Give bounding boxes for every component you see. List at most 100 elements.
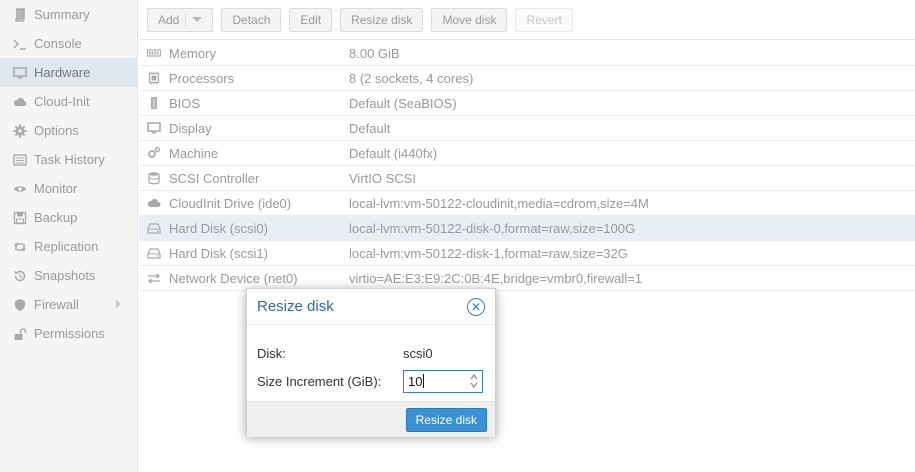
display-icon [139,121,169,135]
sidebar-item-summary[interactable]: Summary [0,0,137,29]
sidebar-item-permissions[interactable]: Permissions [0,319,137,348]
sidebar-item-cloud-init[interactable]: Cloud-Init [0,87,137,116]
bios-icon [139,96,169,110]
hardware-row[interactable]: Hard Disk (scsi0) local-lvm:vm-50122-disk… [139,216,915,241]
chevron-right-icon [116,299,121,309]
sidebar-item-snapshots[interactable]: Snapshots [0,261,137,290]
dialog-body: Disk: scsi0 Size Increment (GiB): 10 [247,325,495,401]
hardware-row[interactable]: BIOS Default (SeaBIOS) [139,91,915,116]
gear-icon [12,123,28,139]
size-increment-row: Size Increment (GiB): 10 [257,367,485,395]
hardware-row-name: Display [169,120,212,136]
sidebar-item-label: Summary [34,7,90,22]
chevron-down-icon[interactable] [192,17,203,22]
revert-button-label: Revert [526,12,562,27]
hardware-row[interactable]: Hard Disk (scsi1) local-lvm:vm-50122-disk… [139,241,915,266]
size-increment-label: Size Increment (GiB): [257,373,382,389]
size-increment-value: 10 [408,373,423,389]
resize-disk-submit-label: Resize disk [415,412,477,427]
move-disk-button[interactable]: Move disk [431,7,508,32]
hardware-row-value: local-lvm:vm-50122-cloudinit,media=cdrom… [349,195,649,211]
book-icon [12,7,28,23]
hardware-row-name: Hard Disk (scsi1) [169,245,268,261]
hardware-row-name: BIOS [169,95,201,111]
list-icon [12,152,28,168]
hardware-row[interactable]: Machine Default (i440fx) [139,141,915,166]
hardware-grid: Memory 8.00 GiB Processors 8 (2 sockets, 4 … [139,41,915,291]
move-disk-button-label: Move disk [442,12,497,27]
hardware-row[interactable]: SCSI Controller VirtIO SCSI [139,166,915,191]
retweet-icon [12,239,28,255]
hardware-row-value: 8 (2 sockets, 4 cores) [349,70,474,86]
cogs-icon [139,146,169,160]
sidebar-item-task-history[interactable]: Task History [0,145,137,174]
hardware-row-value: Default [349,120,391,136]
unlock-icon [12,326,28,342]
hardware-row-name: Memory [169,45,216,61]
eye-icon [12,181,28,197]
edit-button[interactable]: Edit [289,7,333,32]
disk-field-row: Disk: scsi0 [257,339,485,367]
memory-icon [139,46,169,60]
disk-value: scsi0 [403,345,433,361]
dialog-footer: Resize disk [247,401,495,437]
resize-disk-dialog: Resize disk ✕ Disk: scsi0 Size Increment… [246,288,496,437]
sidebar-item-backup[interactable]: Backup [0,203,137,232]
floppy-icon [12,210,28,226]
hardware-row[interactable]: Processors 8 (2 sockets, 4 cores) [139,66,915,91]
hardware-row-value: 8.00 GiB [349,45,400,61]
resize-disk-button-label: Resize disk [351,12,413,27]
hardware-row-name: Machine [169,145,219,161]
hardware-row-name: Network Device (net0) [169,270,298,286]
database-icon [139,171,169,185]
hardware-row[interactable]: Memory 8.00 GiB [139,41,915,66]
hardware-row[interactable]: Display Default [139,116,915,141]
spinner-arrows[interactable] [470,373,478,389]
sidebar-item-label: Hardware [34,65,91,80]
sidebar-item-monitor[interactable]: Monitor [0,174,137,203]
sidebar-item-label: Monitor [34,181,78,196]
size-increment-input[interactable]: 10 [403,369,483,393]
close-icon[interactable]: ✕ [467,297,485,316]
hdd-icon [139,221,169,235]
sidebar-item-label: Cloud-Init [34,94,90,109]
add-button-label: Add [158,12,180,27]
hardware-row[interactable]: CloudInit Drive (ide0) local-lvm:vm-50122… [139,191,915,216]
chevron-up-icon[interactable] [470,373,478,380]
hardware-row-name: SCSI Controller [169,170,260,186]
hardware-row-value: Default (SeaBIOS) [349,95,457,111]
hardware-row-name: Processors [169,70,235,86]
detach-button[interactable]: Detach [221,7,282,32]
hardware-row-value: VirtIO SCSI [349,170,416,186]
sidebar-item-replication[interactable]: Replication [0,232,137,261]
shield-icon [12,297,28,313]
sidebar-item-label: Firewall [34,297,79,312]
detach-button-label: Detach [232,12,271,27]
add-button[interactable]: Add [147,7,214,32]
sidebar: Summary Console Hardware Cloud-Init Options T… [0,0,138,472]
monitor-icon [12,65,28,81]
chevron-down-icon[interactable] [470,382,478,389]
sidebar-item-hardware[interactable]: Hardware [0,58,137,87]
cloud-icon [12,94,28,110]
resize-disk-submit-button[interactable]: Resize disk [405,407,487,432]
cloud-icon [139,196,169,210]
hardware-row-value: virtio=AE:E3:E9:2C:0B:4E,bridge=vmbr0,fi… [349,270,643,286]
revert-button[interactable]: Revert [515,7,573,32]
terminal-icon [12,36,28,52]
hdd-icon [139,246,169,260]
history-icon [12,268,28,284]
cpu-icon [139,71,169,85]
sidebar-item-options[interactable]: Options [0,116,137,145]
sidebar-item-label: Task History [34,152,105,167]
split-divider [185,12,187,27]
sidebar-item-label: Backup [34,210,78,225]
sidebar-item-firewall[interactable]: Firewall [0,290,137,319]
sidebar-item-console[interactable]: Console [0,29,137,58]
sidebar-item-label: Snapshots [34,268,96,283]
edit-button-label: Edit [300,12,322,27]
hardware-row-name: Hard Disk (scsi0) [169,220,268,236]
sidebar-item-label: Console [34,36,82,51]
resize-disk-button[interactable]: Resize disk [340,7,424,32]
hardware-row-value: local-lvm:vm-50122-disk-1,format=raw,siz… [349,245,628,261]
